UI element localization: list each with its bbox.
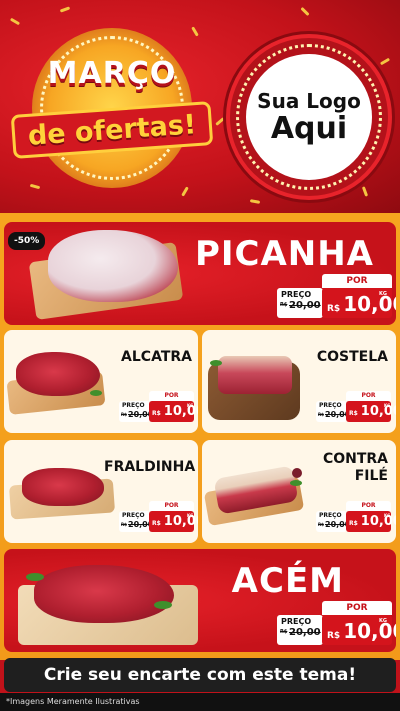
unit-label: KG — [187, 513, 194, 518]
por-label: POR — [322, 274, 392, 288]
preco-label: PREÇO — [281, 617, 312, 626]
price-value: 10,00 — [360, 404, 396, 419]
old-price: 20,00 — [289, 627, 321, 638]
price-value: 10,00 — [343, 619, 396, 643]
picanha-image — [48, 230, 178, 302]
preco-label: PREÇO — [281, 290, 312, 299]
currency: R$ — [349, 410, 358, 417]
product-card-picanha: PICANHA POR PREÇO R$ 20,00 R$ 10,00 KG — [4, 222, 396, 325]
product-name: COSTELA — [316, 349, 388, 365]
currency: R$ — [152, 410, 161, 417]
herb-garnish — [26, 573, 44, 581]
confetti — [249, 199, 261, 204]
old-price-currency: R$ — [318, 412, 324, 417]
confetti — [59, 6, 71, 13]
herb-garnish — [90, 390, 102, 396]
product-card-alcatra: ALCATRA POR PREÇO R$ 20,00 R$ 10,00 KG — [4, 330, 198, 433]
product-name: ACÉM — [231, 561, 344, 601]
confetti — [361, 186, 369, 197]
discount-badge: -50% — [8, 232, 46, 250]
unit-label: KG — [379, 291, 387, 297]
cta-banner[interactable]: Crie seu encarte com este tema! — [4, 658, 396, 692]
title-line1: MARÇO — [47, 56, 177, 91]
cta-text: Crie seu encarte com este tema! — [43, 665, 357, 685]
old-price-currency: R$ — [280, 629, 288, 635]
unit-label: KG — [384, 403, 391, 408]
preco-label: PREÇO — [319, 402, 342, 409]
header-banner: MARÇO de ofertas! Sua Logo Aqui — [0, 0, 400, 215]
product-name-line2: FILÉ — [354, 468, 388, 484]
product-card-fraldinha: FRALDINHA POR PREÇO R$ 20,00 R$ 10,00 KG — [4, 440, 198, 543]
logo-line1: Sua Logo — [257, 89, 361, 114]
currency: R$ — [152, 520, 161, 527]
product-card-costela: COSTELA POR PREÇO R$ 20,00 R$ 10,00 KG — [202, 330, 396, 433]
unit-label: KG — [379, 618, 387, 624]
por-label: POR — [322, 601, 392, 615]
currency: R$ — [349, 520, 358, 527]
confetti — [379, 57, 391, 66]
preco-label: PREÇO — [122, 402, 145, 409]
unit-label: KG — [187, 403, 194, 408]
old-price-currency: R$ — [121, 412, 127, 417]
disclaimer-text: *Imagens Meramente Ilustrativas — [6, 697, 140, 706]
preco-label: PREÇO — [122, 512, 145, 519]
price-value: 10,00 — [343, 292, 396, 316]
confetti — [9, 17, 21, 26]
fraldinha-image — [22, 468, 104, 506]
confetti — [215, 117, 225, 126]
logo-placeholder: Sua Logo Aqui — [226, 34, 392, 200]
product-name: ALCATRA — [121, 349, 192, 365]
product-card-acem: ACÉM POR PREÇO R$ 20,00 R$ 10,00 KG — [4, 549, 396, 652]
product-name: PICANHA — [194, 234, 374, 274]
por-label: POR — [346, 501, 391, 511]
unit-label: KG — [384, 513, 391, 518]
price-value: 10,00 — [360, 514, 396, 529]
por-label: POR — [346, 391, 391, 401]
old-price: 20,00 — [289, 300, 321, 311]
old-price-currency: R$ — [121, 522, 127, 527]
preco-label: PREÇO — [319, 512, 342, 519]
currency: R$ — [327, 631, 341, 641]
campaign-title-badge: MARÇO de ofertas! — [10, 28, 214, 188]
por-label: POR — [149, 501, 194, 511]
product-name: FRALDINHA — [104, 459, 196, 475]
product-card-contra-file: CONTRA FILÉ POR PREÇO R$ 20,00 R$ 10,00 … — [202, 440, 396, 543]
currency: R$ — [327, 304, 341, 314]
logo-line2: Aqui — [270, 111, 348, 147]
confetti — [300, 6, 310, 17]
herb-garnish — [154, 601, 172, 609]
logo-inner-circle: Sua Logo Aqui — [246, 54, 372, 180]
acem-image — [34, 565, 174, 623]
old-price-currency: R$ — [280, 302, 288, 308]
por-label: POR — [149, 391, 194, 401]
alcatra-image — [16, 352, 100, 396]
herb-garnish — [290, 480, 302, 486]
product-name-line1: CONTRA — [322, 451, 388, 467]
title-line2: de ofertas! — [26, 108, 198, 152]
onion-garnish — [292, 468, 302, 478]
old-price-currency: R$ — [318, 522, 324, 527]
costela-image — [218, 356, 292, 394]
herb-garnish — [210, 360, 222, 366]
